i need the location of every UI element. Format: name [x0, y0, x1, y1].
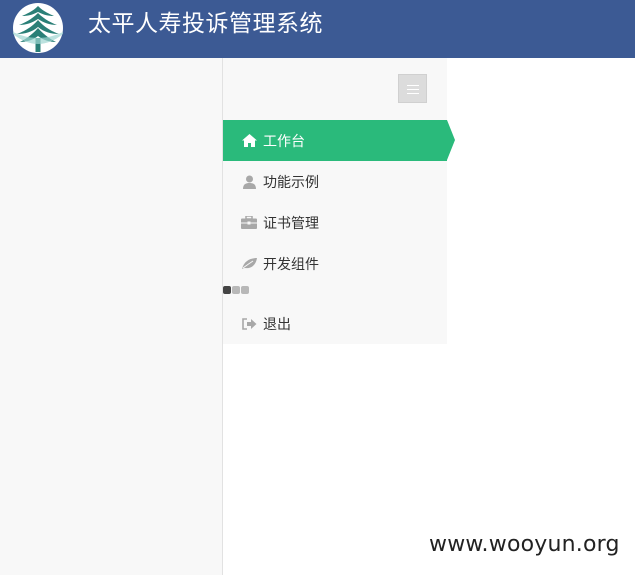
menu-toggle-icon	[407, 85, 419, 86]
app-title: 太平人寿投诉管理系统	[88, 11, 323, 37]
indicator-dot	[223, 286, 231, 294]
pine-tree-logo-icon	[13, 3, 63, 53]
sidebar-item-certificates[interactable]: 证书管理	[223, 202, 447, 243]
briefcase-icon	[241, 215, 257, 231]
sidebar-item-label: 功能示例	[263, 174, 319, 191]
user-icon	[241, 174, 257, 190]
indicator-dot	[232, 286, 240, 294]
sidebar-item-workbench[interactable]: 工作台	[223, 120, 455, 161]
sign-out-icon	[241, 316, 257, 332]
submenu-indicator-dots	[223, 286, 249, 294]
menu-toggle-icon-bar	[407, 93, 419, 94]
sidebar-item-dev-components[interactable]: 开发组件	[223, 243, 447, 284]
logout-button[interactable]: 退出	[223, 303, 447, 344]
indicator-dot	[241, 286, 249, 294]
sidebar: 工作台 功能示例 证书管理 开发组件 退出	[223, 58, 455, 344]
logout-label: 退出	[263, 316, 291, 333]
home-icon	[241, 133, 257, 149]
menu-toggle-icon-bar	[407, 89, 419, 90]
sidebar-item-label: 证书管理	[263, 215, 319, 232]
sidebar-menu: 工作台 功能示例 证书管理 开发组件	[223, 120, 455, 284]
sidebar-item-label: 工作台	[263, 133, 305, 150]
left-blank-panel	[0, 58, 223, 575]
watermark-text: www.wooyun.org	[429, 532, 620, 557]
sidebar-item-examples[interactable]: 功能示例	[223, 161, 447, 202]
top-header: 太平人寿投诉管理系统	[0, 0, 635, 58]
sidebar-item-label: 开发组件	[263, 256, 319, 273]
leaf-icon	[241, 256, 257, 272]
menu-toggle-button[interactable]	[398, 74, 427, 103]
